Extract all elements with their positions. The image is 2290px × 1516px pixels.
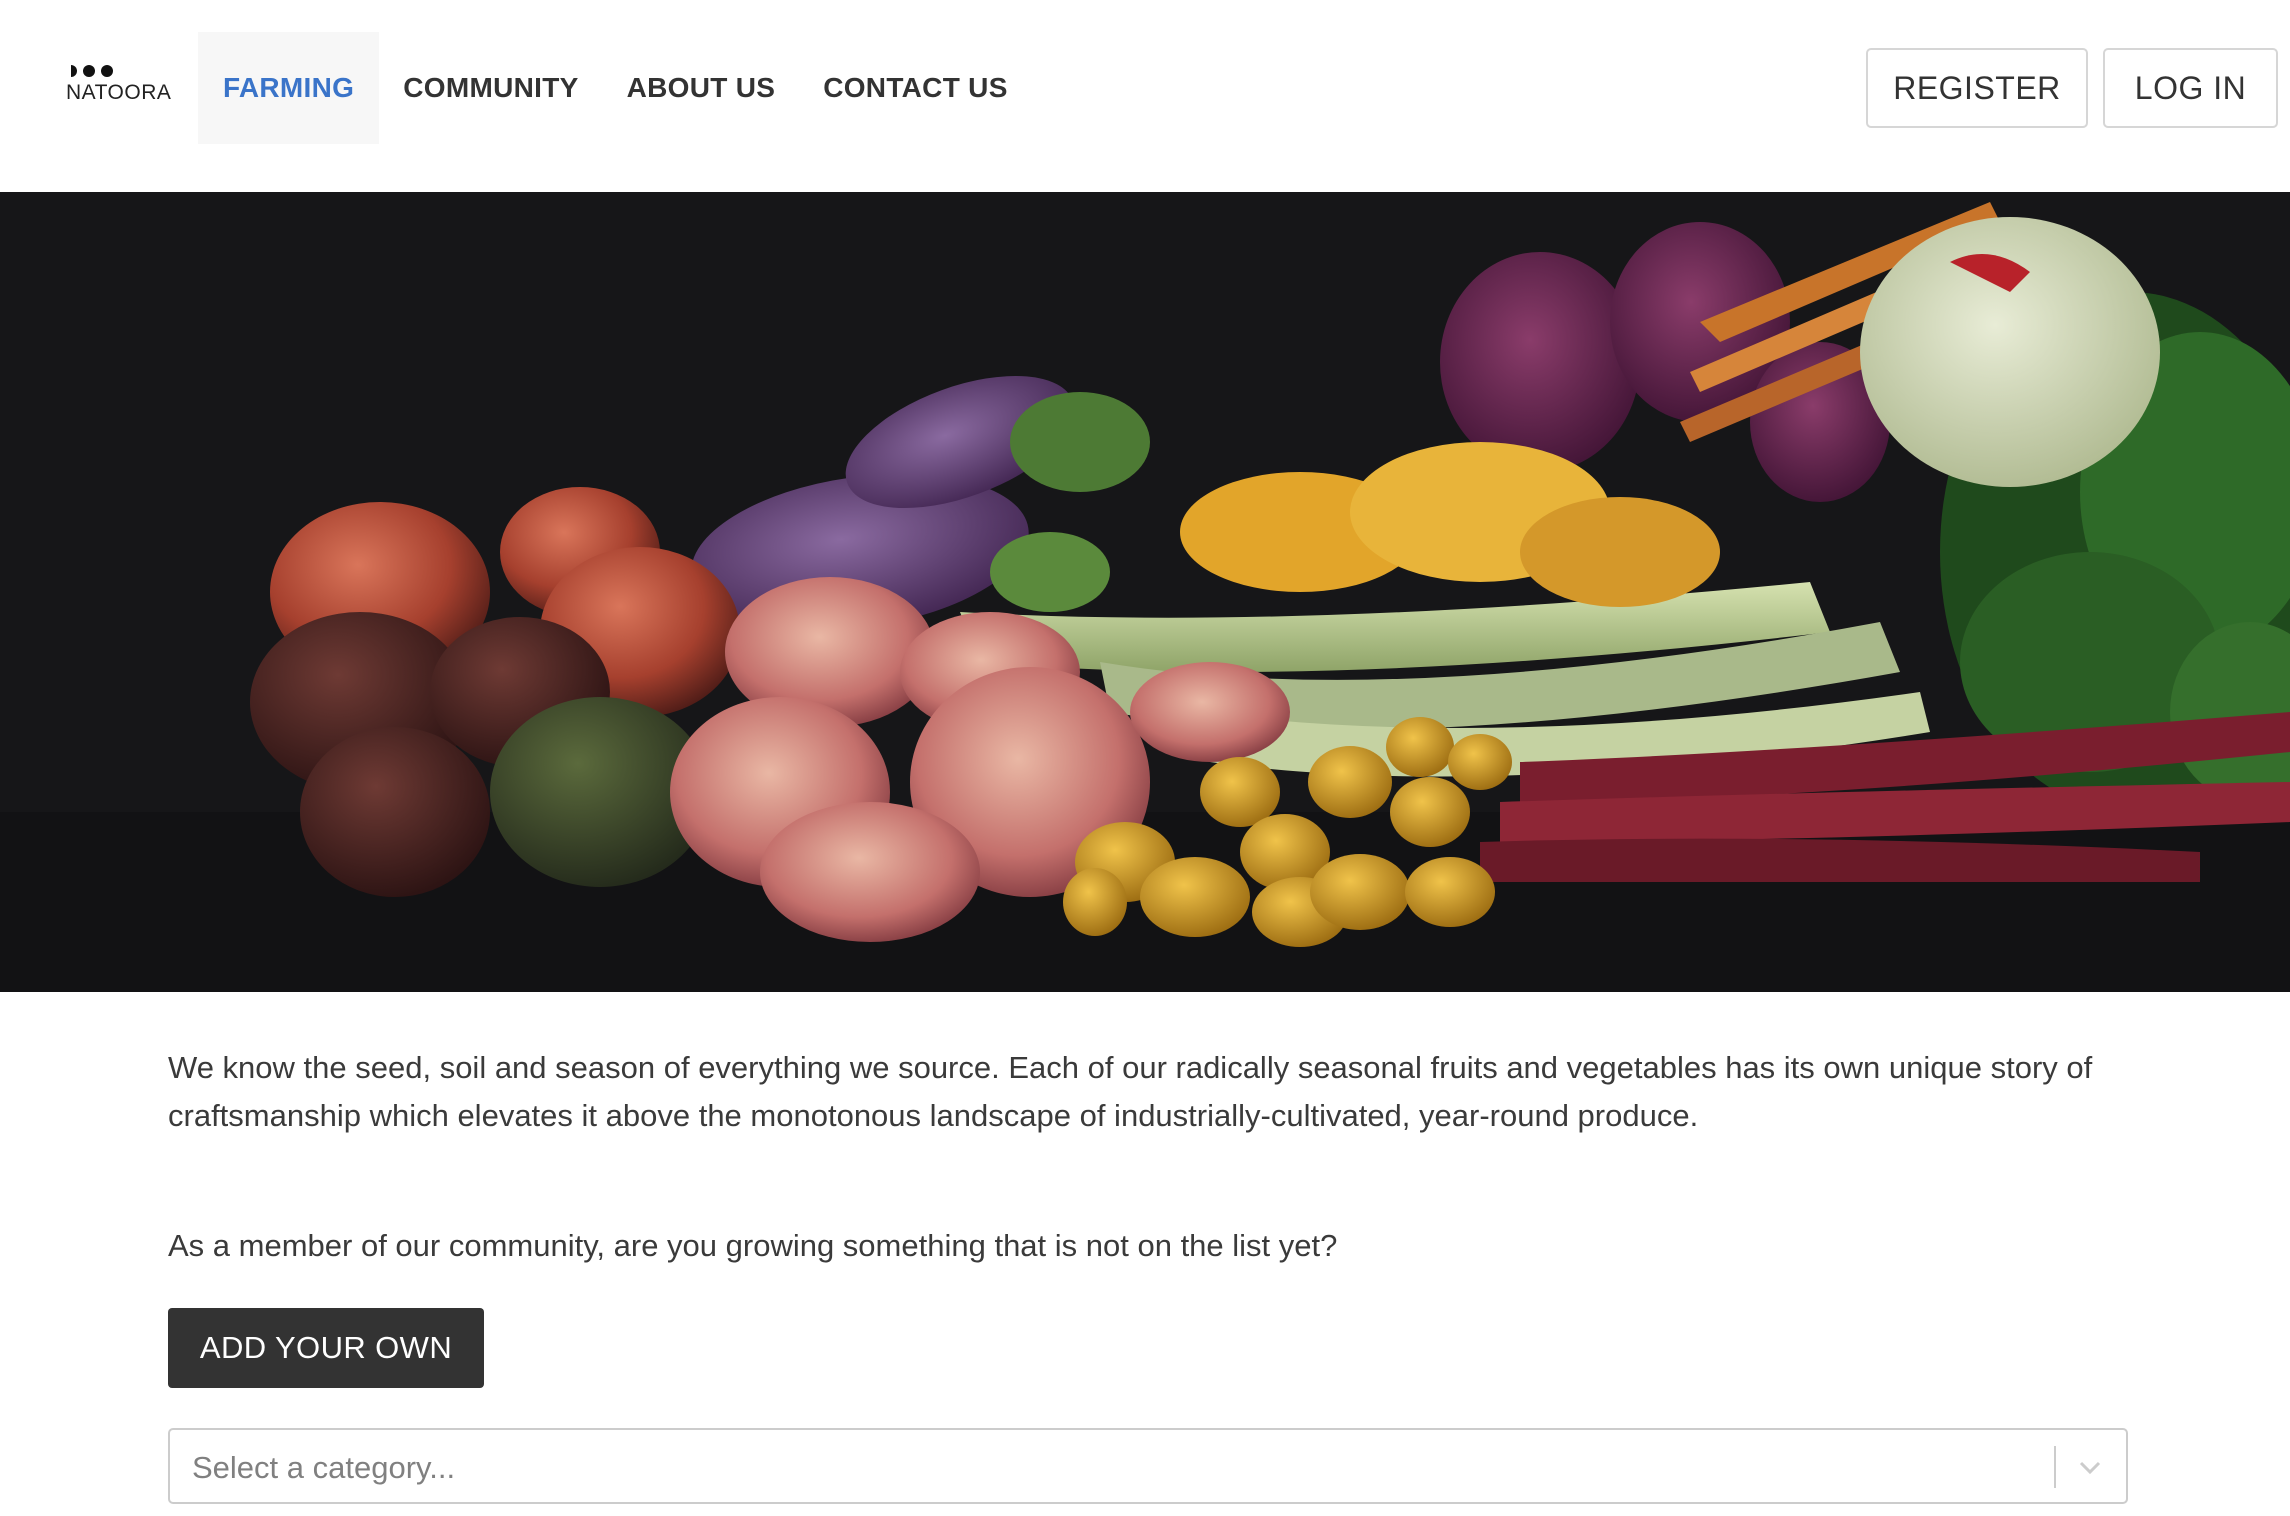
vegetables-illustration [0, 192, 2290, 992]
logo-text: NATOORA [66, 81, 172, 104]
register-button[interactable]: REGISTER [1866, 48, 2088, 128]
login-button[interactable]: LOG IN [2103, 48, 2278, 128]
select-separator [2054, 1446, 2056, 1488]
category-select-placeholder: Select a category... [192, 1450, 456, 1485]
nav-item-contact-us[interactable]: CONTACT US [799, 32, 1031, 144]
logo-dots-icon [71, 65, 113, 77]
site-header: NATOORA FARMING COMMUNITY ABOUT US CONTA… [0, 0, 2290, 192]
nav-item-about-us[interactable]: ABOUT US [603, 32, 800, 144]
nav-item-farming[interactable]: FARMING [198, 32, 380, 144]
community-question: As a member of our community, are you gr… [168, 1228, 1338, 1263]
chevron-down-icon[interactable] [2076, 1452, 2104, 1482]
main-nav: FARMING COMMUNITY ABOUT US CONTACT US [198, 32, 1032, 144]
natoora-logo[interactable]: NATOORA [66, 64, 176, 110]
add-your-own-button[interactable]: ADD YOUR OWN [168, 1308, 484, 1388]
category-select[interactable]: Select a category... [168, 1428, 2128, 1504]
intro-text: We know the seed, soil and season of eve… [168, 1050, 2093, 1133]
nav-item-community[interactable]: COMMUNITY [379, 32, 602, 144]
hero-image [0, 192, 2290, 992]
